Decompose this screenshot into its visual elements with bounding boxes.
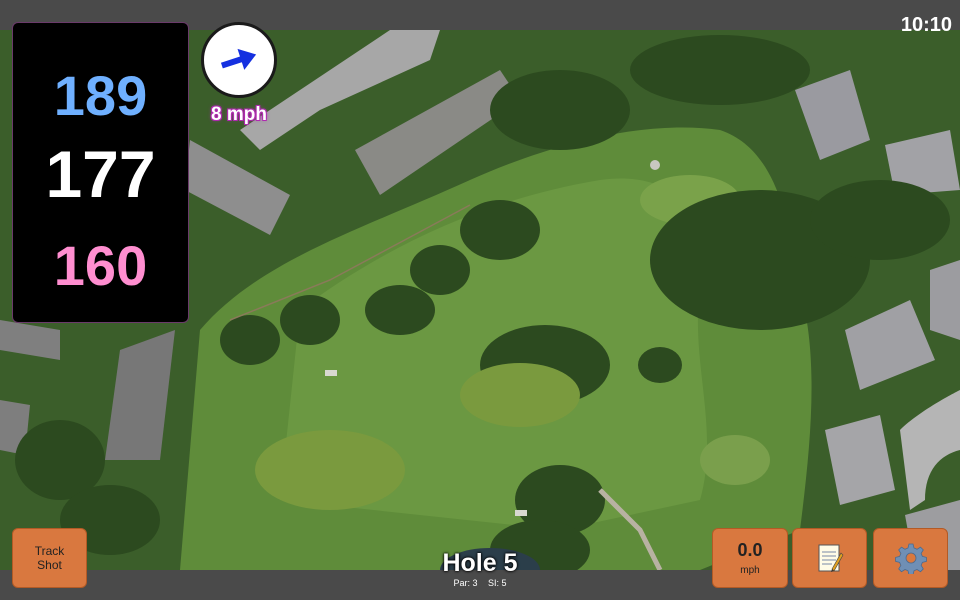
back-distance: 189: [53, 64, 148, 127]
speed-unit: mph: [740, 565, 760, 576]
notes-button[interactable]: [792, 528, 867, 588]
wind-arrow-icon: [220, 48, 257, 70]
distance-panel: 189 177 160: [12, 22, 189, 323]
par-label: Par: 3: [453, 578, 478, 588]
hole-title: Hole 5: [442, 549, 518, 577]
front-distance: 160: [53, 234, 148, 297]
wind-indicator: [201, 22, 277, 98]
middle-distance: 177: [45, 137, 156, 211]
si-label: SI: 5: [488, 578, 507, 588]
hole-info: Par: 3 SI: 5: [380, 578, 580, 588]
track-shot-button[interactable]: Track Shot: [12, 528, 87, 588]
speed-button[interactable]: 0.0 mph: [712, 528, 788, 588]
track-shot-label: Track Shot: [34, 544, 65, 572]
settings-button[interactable]: [873, 528, 948, 588]
wind-speed-label: 8 mph: [211, 104, 267, 125]
clock: 10:10: [900, 14, 952, 36]
notepad-icon: [818, 544, 843, 572]
speed-value: 0.0: [737, 540, 763, 560]
golf-gps-screen: 10:10 189 177 160 8 mph Track Shot Hole …: [0, 0, 960, 600]
gear-icon: [894, 543, 927, 574]
